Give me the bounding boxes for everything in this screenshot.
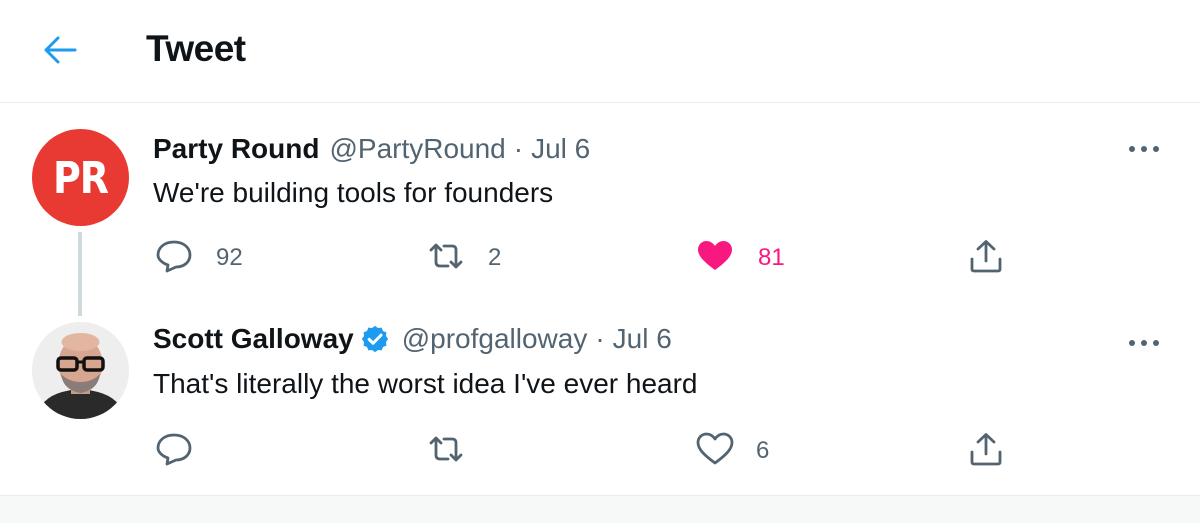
- tweet-date[interactable]: Jul 6: [613, 323, 672, 355]
- heart-icon: [696, 432, 734, 471]
- share-icon: [968, 431, 1004, 472]
- reply-button[interactable]: [154, 431, 194, 471]
- share-icon: [968, 238, 1004, 279]
- separator-dot: ·: [513, 133, 524, 164]
- retweet-count: 2: [488, 244, 502, 271]
- user-handle[interactable]: @PartyRound: [329, 133, 505, 165]
- avatar[interactable]: [32, 322, 129, 419]
- back-button[interactable]: [38, 30, 82, 74]
- user-handle[interactable]: @profgalloway: [402, 323, 588, 355]
- avatar[interactable]: PR: [32, 129, 129, 226]
- arrow-left-icon: [42, 35, 78, 70]
- tweet-actions: 6: [150, 431, 1030, 471]
- like-count: 81: [758, 244, 785, 271]
- avatar-photo: [32, 322, 129, 419]
- tweet[interactable]: PR Party Round @PartyRound · Jul 6 We're…: [0, 104, 1200, 316]
- separator-dot: ·: [595, 323, 605, 354]
- more-icon: [1127, 334, 1161, 352]
- retweet-button[interactable]: [426, 431, 466, 471]
- tweet-actions: 92 2 81: [150, 238, 1030, 278]
- tweet-header: Scott Galloway @profgalloway · Jul 6: [153, 323, 672, 355]
- display-name[interactable]: Party Round: [153, 133, 319, 165]
- tweet-text: We're building tools for founders: [153, 177, 554, 208]
- reply-button[interactable]: 92: [154, 238, 243, 278]
- display-name[interactable]: Scott Galloway: [153, 323, 354, 355]
- tweet-header: Party Round @PartyRound · Jul 6: [153, 133, 590, 165]
- share-button[interactable]: [968, 431, 1004, 471]
- verified-badge-icon: [360, 324, 390, 354]
- section-divider: [0, 495, 1200, 523]
- retweet-icon: [426, 433, 466, 470]
- more-options-button[interactable]: [1124, 328, 1164, 358]
- header-bar: Tweet: [0, 0, 1200, 103]
- retweet-button[interactable]: 2: [426, 238, 501, 278]
- like-button[interactable]: 6: [696, 431, 769, 471]
- retweet-icon: [426, 240, 466, 277]
- more-options-button[interactable]: [1124, 134, 1164, 164]
- avatar-logo-text: PR: [52, 152, 109, 203]
- reply-icon: [154, 238, 194, 279]
- tweet-text: That's literally the worst idea I've eve…: [153, 368, 698, 399]
- reply-icon: [154, 431, 194, 472]
- reply-count: 92: [216, 244, 243, 271]
- more-icon: [1127, 140, 1161, 158]
- tweet-date[interactable]: Jul 6: [531, 133, 590, 165]
- heart-icon: [696, 239, 734, 278]
- share-button[interactable]: [968, 238, 1004, 278]
- like-button[interactable]: 81: [696, 238, 785, 278]
- tweet[interactable]: Scott Galloway @profgalloway · Jul 6 Tha…: [0, 300, 1200, 495]
- like-count: 6: [756, 437, 770, 464]
- page-title: Tweet: [146, 28, 246, 69]
